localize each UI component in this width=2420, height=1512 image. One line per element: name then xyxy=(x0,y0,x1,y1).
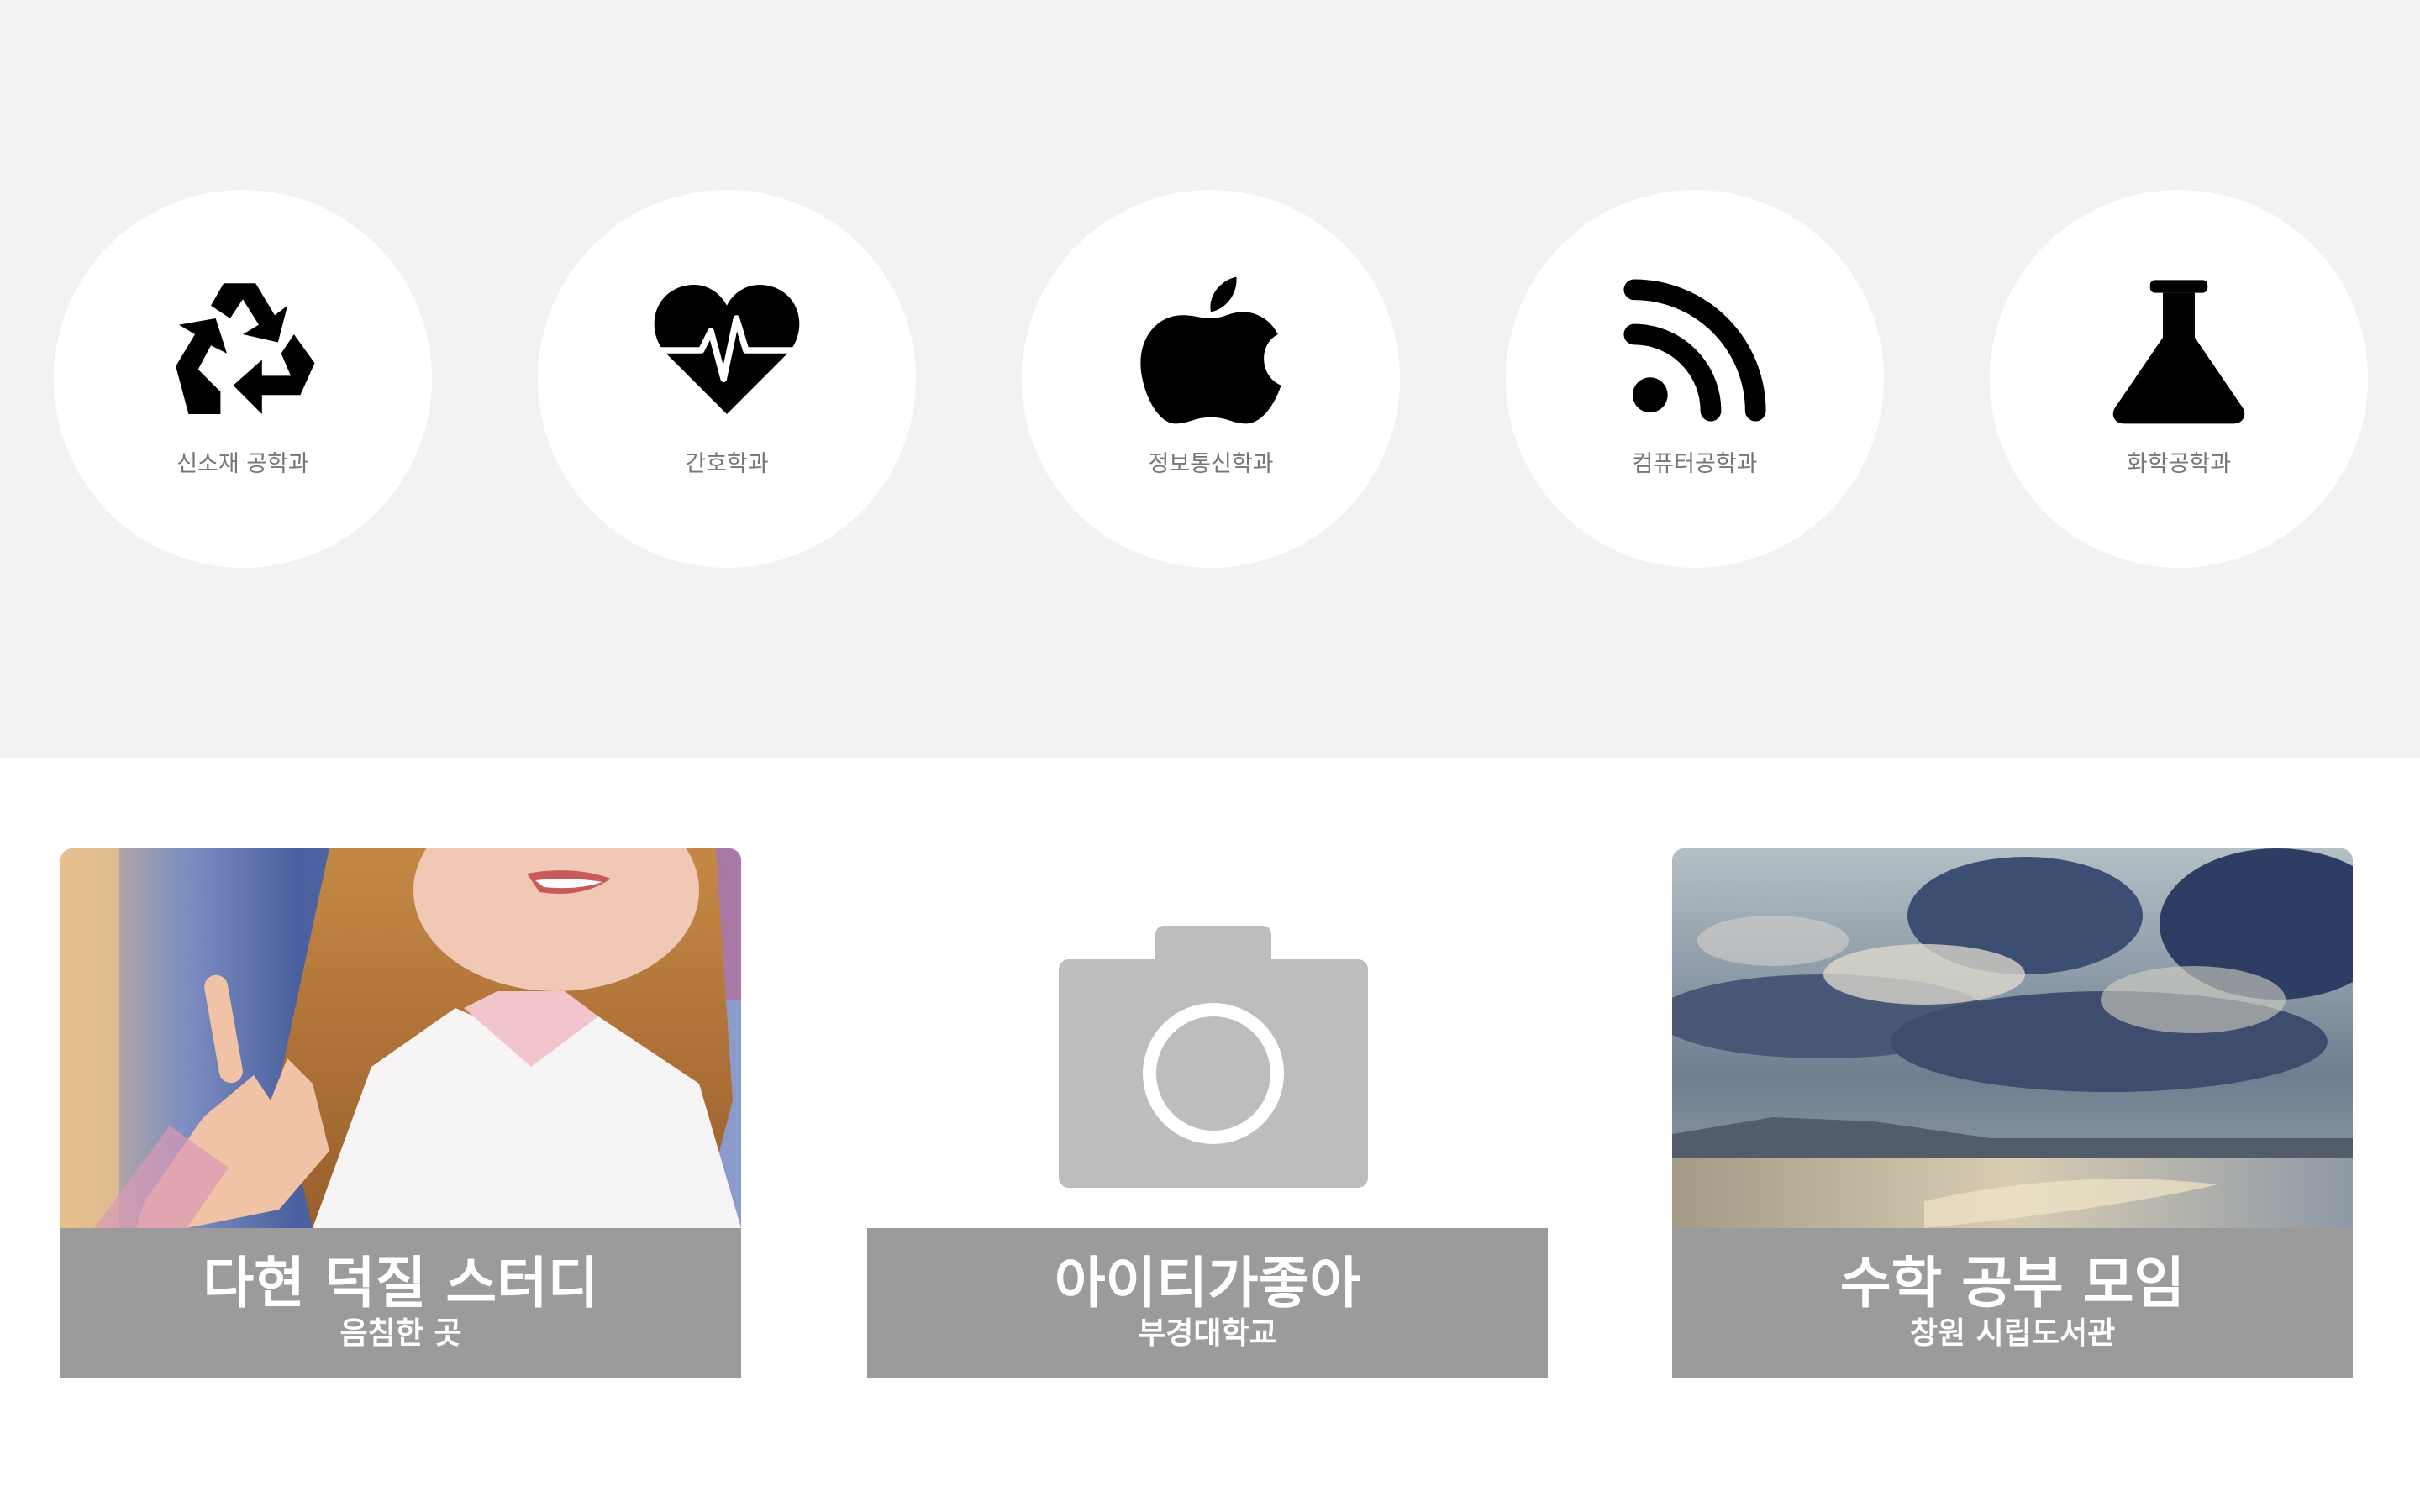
apple-icon xyxy=(1131,270,1291,430)
department-label: 정보통신학과 xyxy=(1148,451,1274,477)
department-label: 화학공학과 xyxy=(2126,451,2232,477)
department-label: 신소재 공학과 xyxy=(176,451,309,477)
camera-placeholder-icon xyxy=(867,848,1548,1228)
performer-photo xyxy=(60,848,741,1228)
department-label: 컴퓨터공학과 xyxy=(1632,451,1758,477)
group-caption: 아이티가좋아 부경대학교 xyxy=(867,1228,1548,1378)
department-item-computer[interactable]: 컴퓨터공학과 xyxy=(1506,190,1884,568)
group-title: 아이티가좋아 xyxy=(1054,1251,1361,1315)
group-location: 부경대학교 xyxy=(1138,1316,1277,1351)
cloudy-beach-photo xyxy=(1672,848,2353,1228)
rss-icon xyxy=(1615,270,1775,430)
department-item-nursing[interactable]: 간호학과 xyxy=(538,190,916,568)
group-title: 다현 덕질 스터디 xyxy=(203,1251,599,1315)
flask-icon xyxy=(2099,270,2259,430)
department-item-ict[interactable]: 정보통신학과 xyxy=(1022,190,1400,568)
group-location: 음침한 곳 xyxy=(339,1316,462,1351)
recycle-icon xyxy=(163,270,323,430)
department-item-materials[interactable]: 신소재 공학과 xyxy=(54,190,432,568)
department-label: 간호학과 xyxy=(685,451,769,477)
group-title: 수학 공부 모임 xyxy=(1839,1251,2186,1315)
heartbeat-icon xyxy=(647,270,807,430)
department-item-chemical[interactable]: 화학공학과 xyxy=(1990,190,2368,568)
group-caption: 다현 덕질 스터디 음침한 곳 xyxy=(60,1228,741,1378)
group-caption: 수학 공부 모임 창원 시립도서관 xyxy=(1672,1228,2353,1378)
department-section: 신소재 공학과 간호학과 정보통신학과 컴퓨터공학과 화학공학과 xyxy=(0,0,2420,758)
group-card[interactable]: 아이티가좋아 부경대학교 xyxy=(867,848,1548,1378)
group-location: 창원 시립도서관 xyxy=(1909,1316,2116,1351)
group-card[interactable]: 다현 덕질 스터디 음침한 곳 xyxy=(60,848,741,1378)
group-card[interactable]: 수학 공부 모임 창원 시립도서관 xyxy=(1672,848,2353,1378)
